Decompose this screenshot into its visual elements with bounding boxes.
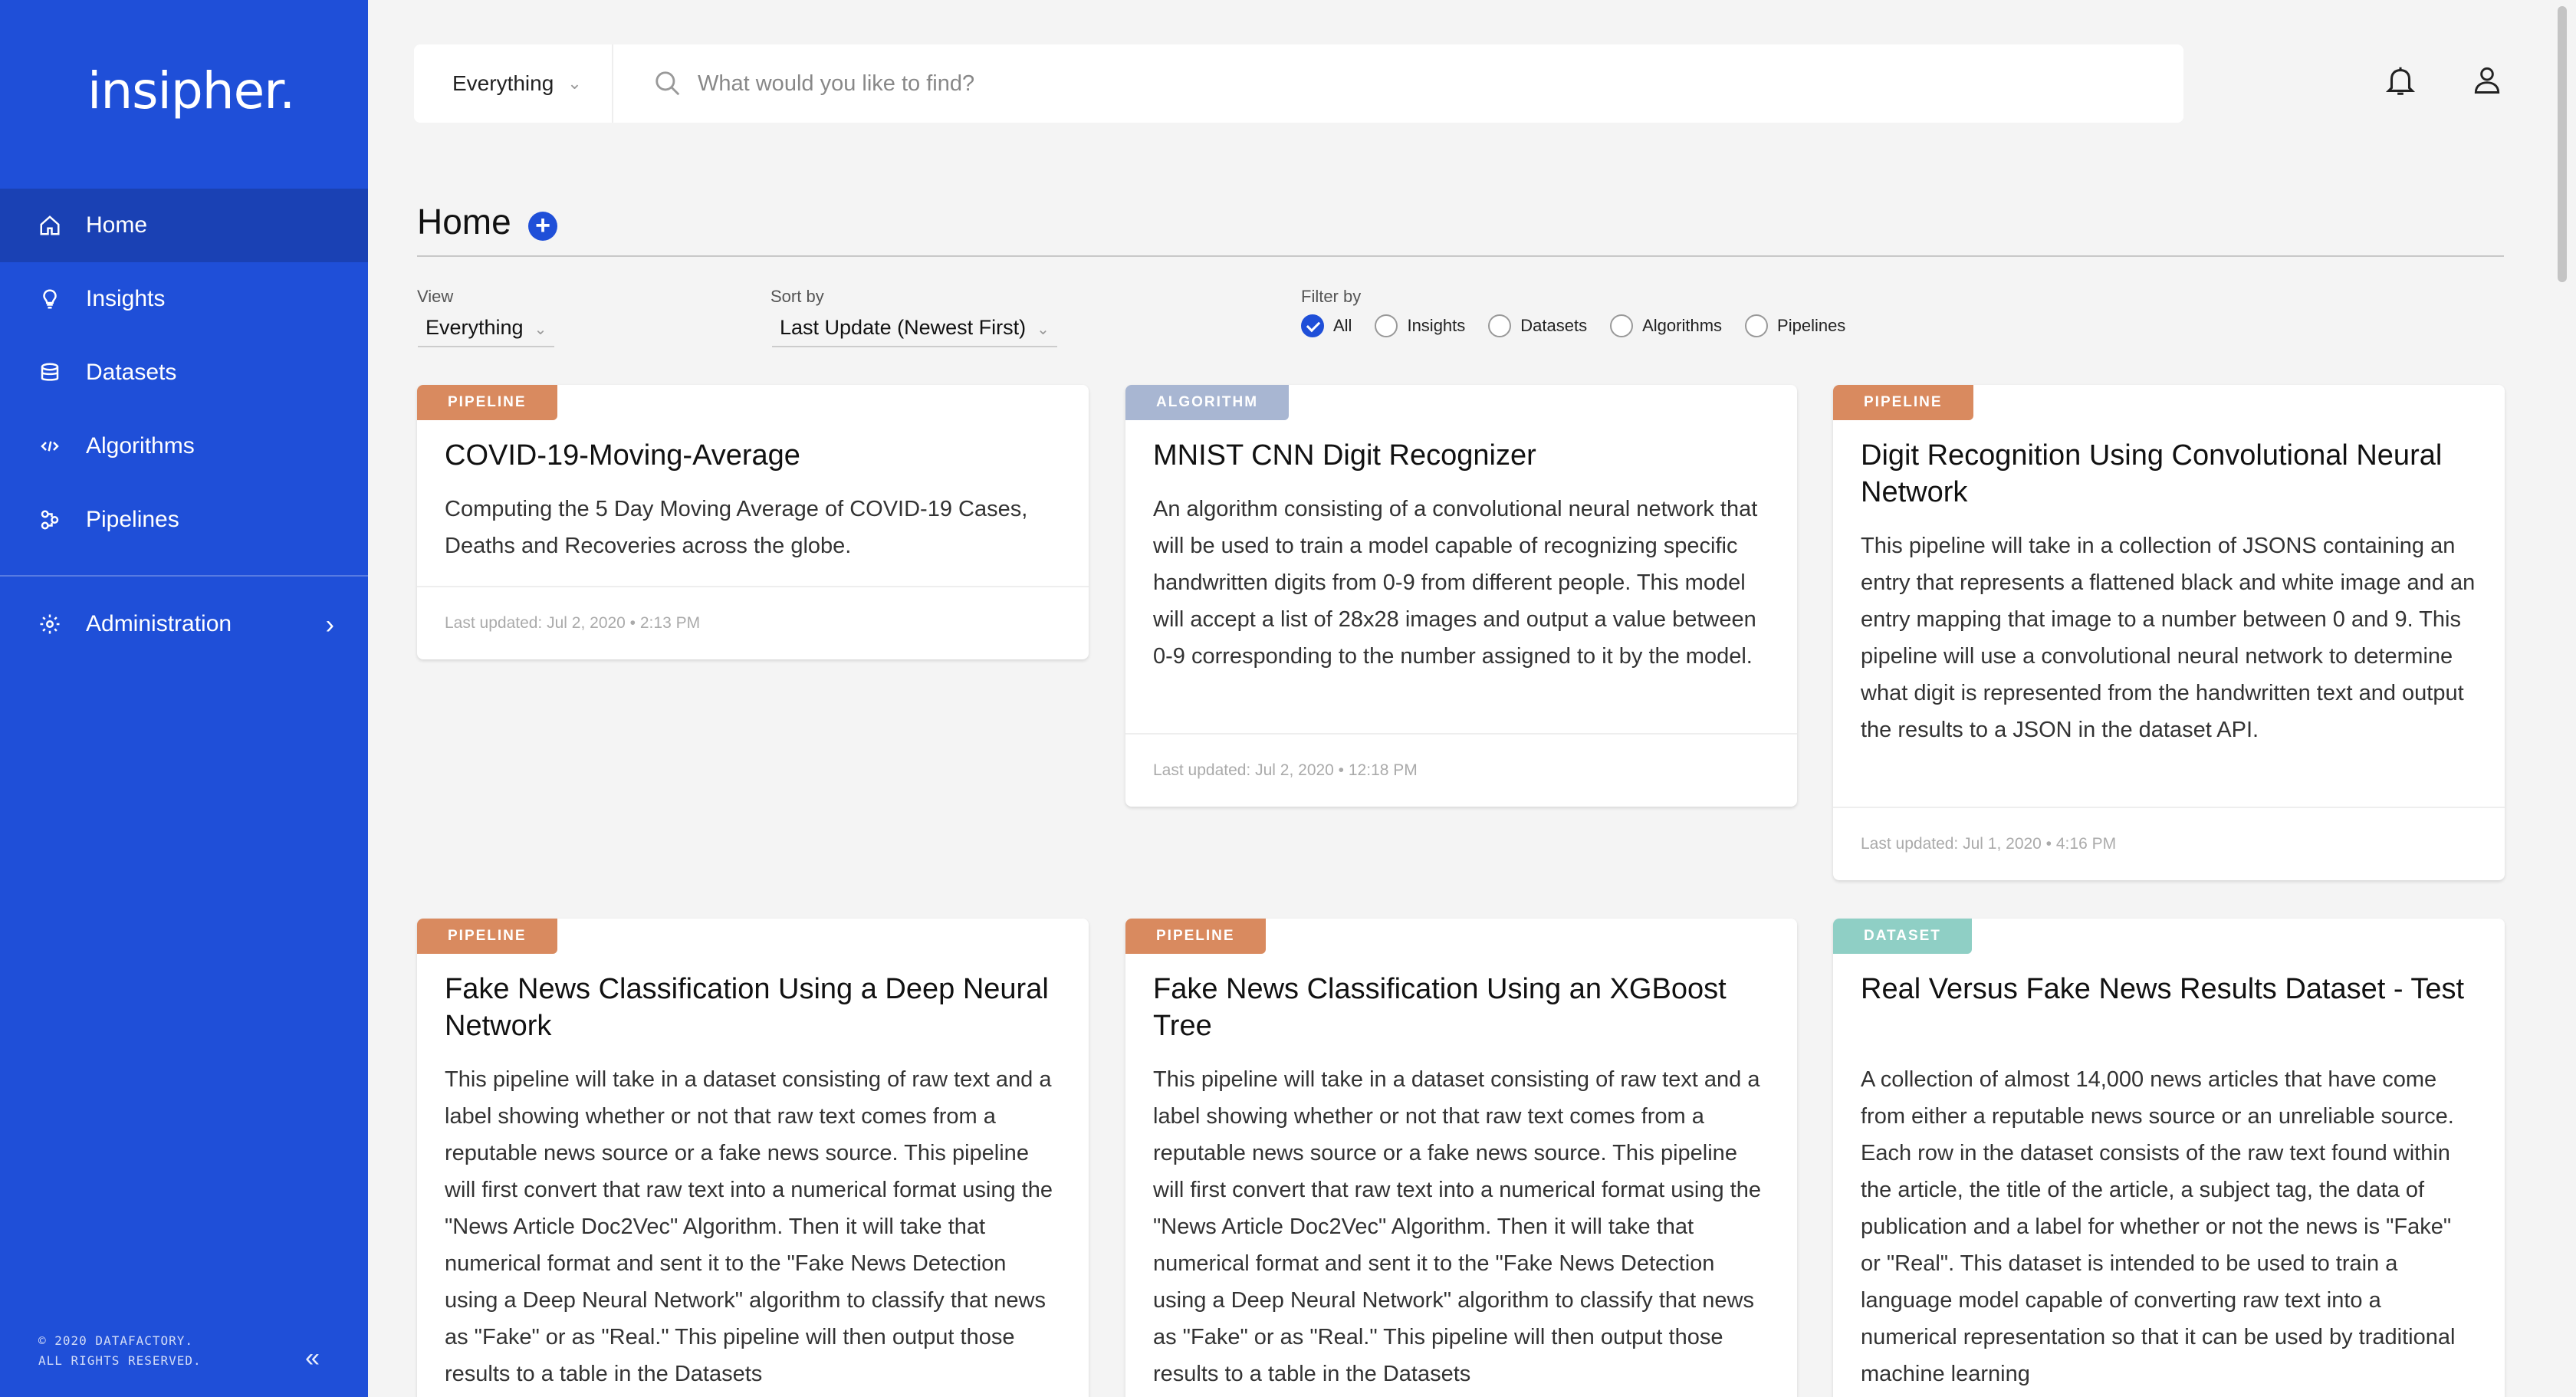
bell-icon[interactable] bbox=[2383, 63, 2418, 98]
card-title[interactable]: Real Versus Fake News Results Dataset - … bbox=[1861, 971, 2477, 1007]
sidebar-item-administration[interactable]: Administration › bbox=[0, 587, 368, 661]
sidebar-item-algorithms[interactable]: Algorithms bbox=[0, 409, 368, 483]
add-icon[interactable]: + bbox=[528, 212, 557, 241]
card-real-vs-fake-dataset[interactable]: DATASET Real Versus Fake News Results Da… bbox=[1833, 919, 2505, 1397]
sidebar: insipher. Home Insights Datasets Algorit… bbox=[0, 0, 368, 1397]
filter-insights[interactable]: Insights bbox=[1375, 314, 1465, 337]
card-mnist-cnn[interactable]: ALGORITHM MNIST CNN Digit Recognizer An … bbox=[1125, 385, 1797, 807]
card-description: This pipeline will take in a collection … bbox=[1861, 534, 2476, 742]
filter-algorithms[interactable]: Algorithms bbox=[1610, 314, 1722, 337]
radio[interactable] bbox=[1610, 314, 1634, 337]
card-description: This pipeline will take in a dataset con… bbox=[1153, 1067, 1761, 1386]
card-covid-moving-average[interactable]: PIPELINE COVID-19-Moving-Average Computi… bbox=[417, 385, 1089, 659]
sidebar-item-label: Insights bbox=[86, 286, 166, 311]
card-description: Computing the 5 Day Moving Average of CO… bbox=[445, 497, 1028, 558]
card-fake-news-dnn[interactable]: PIPELINE Fake News Classification Using … bbox=[417, 919, 1089, 1397]
filter-all[interactable]: All bbox=[1301, 314, 1352, 337]
card-digit-recognition[interactable]: PIPELINE Digit Recognition Using Convolu… bbox=[1833, 385, 2505, 880]
search-scope-select[interactable]: Everything ⌄ bbox=[414, 44, 613, 123]
filter-datasets[interactable]: Datasets bbox=[1488, 314, 1587, 337]
type-badge: PIPELINE bbox=[1833, 385, 1973, 420]
type-badge: PIPELINE bbox=[1125, 919, 1266, 954]
card-title[interactable]: Digit Recognition Using Convolutional Ne… bbox=[1861, 437, 2477, 511]
chevron-down-icon: ⌄ bbox=[534, 321, 547, 338]
gear-icon bbox=[37, 611, 63, 637]
search-icon bbox=[656, 71, 680, 96]
sidebar-item-insights[interactable]: Insights bbox=[0, 262, 368, 336]
page-title: Home bbox=[417, 202, 511, 242]
card-fake-news-xgboost[interactable]: PIPELINE Fake News Classification Using … bbox=[1125, 919, 1797, 1397]
pipeline-icon bbox=[37, 507, 63, 533]
type-badge: DATASET bbox=[1833, 919, 1972, 954]
card-description: An algorithm consisting of a convolution… bbox=[1153, 497, 1758, 669]
sidebar-divider bbox=[0, 575, 368, 577]
card-updated: Last updated: Jul 2, 2020 • 12:18 PM bbox=[1125, 733, 1797, 807]
title-divider bbox=[417, 255, 2504, 257]
type-badge: PIPELINE bbox=[417, 385, 557, 420]
sidebar-item-label: Algorithms bbox=[86, 433, 195, 459]
card-description: A collection of almost 14,000 news artic… bbox=[1861, 1067, 2456, 1386]
sort-select[interactable]: Last Update (Newest First) ⌄ bbox=[772, 316, 1057, 347]
sidebar-item-label: Datasets bbox=[86, 360, 177, 385]
type-badge: PIPELINE bbox=[417, 919, 557, 954]
sidebar-item-home[interactable]: Home bbox=[0, 189, 368, 262]
collapse-sidebar-icon[interactable]: « bbox=[305, 1343, 320, 1373]
filter-group: All Insights Datasets Algorithms Pipelin… bbox=[1301, 314, 1868, 337]
code-icon bbox=[37, 433, 63, 459]
chevron-down-icon: ⌄ bbox=[1037, 321, 1050, 338]
card-title[interactable]: COVID-19-Moving-Average bbox=[445, 437, 1061, 474]
lightbulb-icon bbox=[37, 286, 63, 312]
logo[interactable]: insipher. bbox=[87, 61, 295, 120]
sidebar-item-label: Home bbox=[86, 212, 148, 238]
radio[interactable] bbox=[1488, 314, 1512, 337]
chevron-right-icon: › bbox=[325, 610, 334, 639]
card-title[interactable]: Fake News Classification Using an XGBoos… bbox=[1153, 971, 1769, 1044]
sort-label: Sort by bbox=[770, 287, 824, 306]
search-bar: Everything ⌄ bbox=[414, 44, 2183, 123]
home-icon bbox=[37, 212, 63, 238]
copyright: © 2020 DATAFACTORY. ALL RIGHTS RESERVED. bbox=[38, 1333, 202, 1368]
sidebar-item-pipelines[interactable]: Pipelines bbox=[0, 483, 368, 557]
sidebar-item-label: Pipelines bbox=[86, 507, 179, 532]
sidebar-item-label: Administration bbox=[86, 611, 232, 636]
view-select[interactable]: Everything ⌄ bbox=[418, 316, 555, 347]
card-updated: Last updated: Jul 1, 2020 • 4:16 PM bbox=[1833, 807, 2505, 880]
filter-pipelines[interactable]: Pipelines bbox=[1745, 314, 1845, 337]
radio[interactable] bbox=[1375, 314, 1398, 337]
sidebar-nav: Home Insights Datasets Algorithms Pipeli… bbox=[0, 189, 368, 557]
filter-label: Filter by bbox=[1301, 287, 1362, 306]
card-title[interactable]: Fake News Classification Using a Deep Ne… bbox=[445, 971, 1061, 1044]
sidebar-item-datasets[interactable]: Datasets bbox=[0, 336, 368, 409]
card-title[interactable]: MNIST CNN Digit Recognizer bbox=[1153, 437, 1769, 474]
search-input[interactable] bbox=[698, 71, 2078, 97]
type-badge: ALGORITHM bbox=[1125, 385, 1290, 420]
chevron-down-icon: ⌄ bbox=[567, 74, 582, 93]
radio-checked[interactable] bbox=[1301, 314, 1324, 337]
scrollbar[interactable] bbox=[2558, 6, 2567, 282]
user-icon[interactable] bbox=[2470, 63, 2504, 97]
database-icon bbox=[37, 360, 63, 386]
card-description: This pipeline will take in a dataset con… bbox=[445, 1067, 1053, 1386]
view-label: View bbox=[417, 287, 454, 306]
card-updated: Last updated: Jul 2, 2020 • 2:13 PM bbox=[417, 586, 1089, 659]
radio[interactable] bbox=[1745, 314, 1769, 337]
